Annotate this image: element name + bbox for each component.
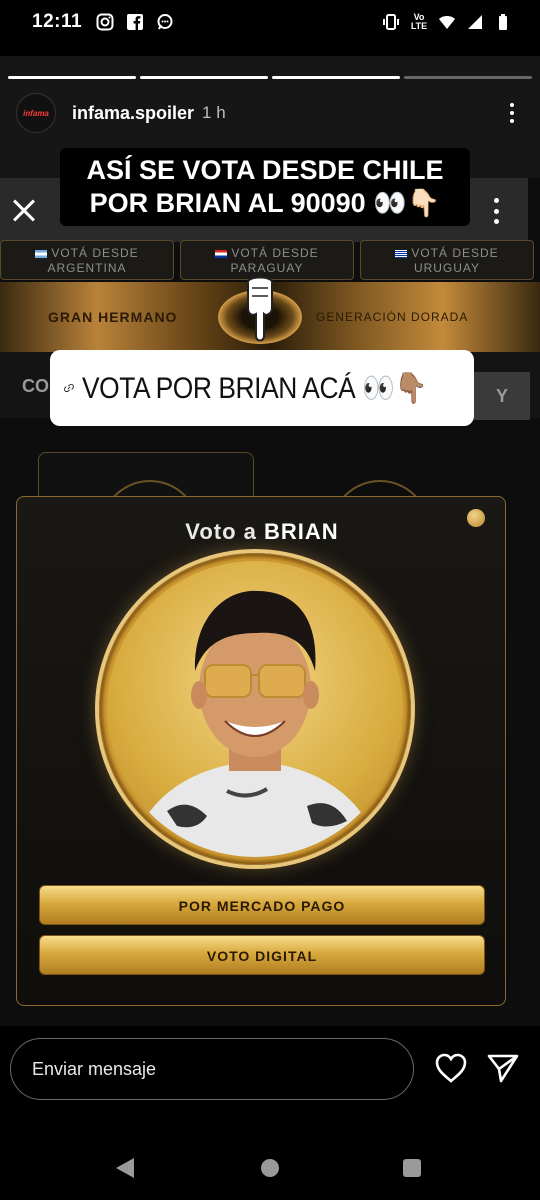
progress-segment — [272, 76, 400, 79]
banner-subtitle: GENERACIÓN DORADA — [316, 310, 469, 324]
link-icon — [64, 383, 74, 393]
link-sticker[interactable]: VOTA POR BRIAN ACÁ 👀👇🏽 — [50, 350, 474, 426]
volte-icon: Vo LTE — [410, 12, 428, 31]
recent-apps-icon[interactable] — [403, 1159, 421, 1177]
story-age: 1 h — [202, 103, 226, 122]
vote-modal: Voto a BRIAN POR MERCADO PAGO VOTO DIGIT… — [16, 496, 506, 1006]
country-tab-argentina: VOTÁ DESDE ARGENTINA — [0, 240, 174, 280]
uruguay-flag-icon — [395, 249, 408, 258]
contestant-photo — [127, 590, 383, 857]
story-viewer[interactable]: infama infama.spoiler 1 h VOTÁ DESDE ARG… — [0, 56, 540, 1026]
back-icon[interactable] — [116, 1158, 134, 1178]
banner-title: GRAN HERMANO — [48, 309, 178, 325]
system-nav-bar — [0, 1136, 540, 1200]
story-progress — [8, 76, 532, 79]
story-header: infama infama.spoiler 1 h — [16, 92, 524, 134]
vibrate-icon — [383, 14, 399, 30]
progress-segment — [8, 76, 136, 79]
more-options-icon — [493, 198, 499, 224]
wifi-icon — [439, 16, 455, 29]
status-bar: 12:11 Vo LTE — [0, 0, 540, 44]
digital-vote-button: VOTO DIGITAL — [39, 935, 485, 975]
progress-segment — [140, 76, 268, 79]
argentina-flag-icon — [35, 249, 48, 258]
facebook-icon — [127, 14, 144, 30]
progress-segment-active — [404, 76, 532, 79]
home-icon[interactable] — [261, 1159, 279, 1177]
reply-bar: Enviar mensaje — [0, 1026, 540, 1116]
country-tab-uruguay: VOTÁ DESDE URUGUAY — [360, 240, 534, 280]
account-name[interactable]: infama.spoiler — [72, 103, 194, 124]
close-icon — [10, 196, 38, 224]
tab-right-label: Y — [474, 372, 530, 420]
pointing-down-hand-icon — [247, 276, 273, 342]
instagram-icon — [96, 13, 114, 31]
signal-icon — [468, 15, 482, 29]
heart-icon[interactable] — [434, 1052, 468, 1084]
clock: 12:11 — [32, 11, 83, 32]
modal-title: Voto a BRIAN — [185, 519, 339, 544]
more-options-icon[interactable] — [500, 101, 524, 125]
message-input[interactable]: Enviar mensaje — [10, 1038, 414, 1100]
text-sticker: ASÍ SE VOTA DESDE CHILE POR BRIAN AL 900… — [60, 148, 470, 226]
avatar[interactable]: infama — [16, 93, 56, 133]
mercado-pago-button: POR MERCADO PAGO — [39, 885, 485, 925]
chat-icon — [157, 14, 173, 30]
paraguay-flag-icon — [215, 249, 228, 258]
tab-left-label: CO — [22, 376, 49, 396]
contestant-portrait — [99, 553, 411, 865]
battery-icon — [499, 14, 507, 30]
link-label: VOTA POR BRIAN ACÁ 👀👇🏽 — [81, 371, 427, 405]
send-icon[interactable] — [486, 1052, 520, 1084]
